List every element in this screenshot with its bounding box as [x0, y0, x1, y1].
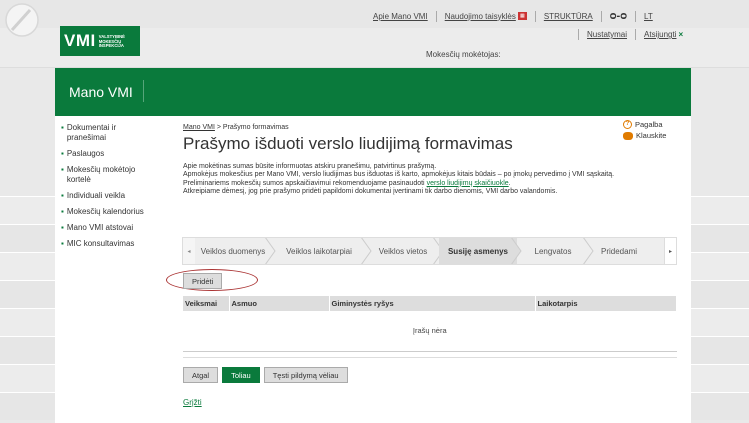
wizard-steps: ◂ Veiklos duomenys Veiklos laikotarpiai … [182, 237, 677, 265]
sidebar-item-mic[interactable]: ▪ MIC konsultavimas [61, 239, 171, 249]
rss-icon[interactable]: ▦ [517, 12, 527, 20]
step-activity-places[interactable]: Veiklos vietos [367, 238, 444, 264]
help-links: ? Pagalba Klauskite [623, 120, 666, 142]
sidebar-item-tax-calendar[interactable]: ▪ Mokesčių kalendorius [61, 207, 171, 217]
top-header: VMI VALSTYBINĖ MOKESČIŲ INSPEKCIJA Apie … [0, 0, 749, 68]
form-navigation: Atgal Toliau Tęsti pildymą vėliau [183, 367, 348, 383]
step-activity-data[interactable]: Veiklos duomenys [195, 238, 276, 264]
return-link[interactable]: Grįžti [183, 398, 202, 407]
question-icon: ? [623, 120, 632, 129]
top-links: Apie Mano VMI Naudojimo taisyklės ▦ STRU… [373, 10, 653, 22]
vmi-logo[interactable]: VMI VALSTYBINĖ MOKESČIŲ INSPEKCIJA [60, 26, 140, 56]
table-header-row: Veiksmai Asmuo Giminystės ryšys Laikotar… [183, 296, 677, 311]
breadcrumb: Mano VMI > Prašymo formavimas [183, 124, 289, 131]
terms-link[interactable]: Naudojimo taisyklės [445, 12, 516, 21]
sidebar-item-representatives[interactable]: ▪ Mano VMI atstovai [61, 223, 171, 233]
breadcrumb-root-link[interactable]: Mano VMI [183, 124, 215, 131]
logout-link[interactable]: Atsijungti [644, 30, 676, 39]
payer-label: Mokesčių mokėtojas: [426, 50, 501, 59]
glasses-icon[interactable]: ᴑ‑ᴑ [610, 10, 627, 22]
banner: Mano VMI [55, 68, 691, 116]
step-attachments[interactable]: Pridedami [589, 238, 649, 264]
ask-link[interactable]: Klauskite [623, 131, 666, 140]
add-button-highlight: Pridėti [166, 269, 258, 291]
banner-title: Mano VMI [69, 84, 133, 100]
breadcrumb-current: Prašymo formavimas [222, 124, 289, 131]
speech-bubble-icon [623, 131, 633, 140]
next-button[interactable]: Toliau [222, 367, 260, 383]
calculator-link[interactable]: verslo liudijimų skaičiuokle [427, 180, 509, 187]
step-activity-periods[interactable]: Veiklos laikotarpiai [271, 238, 372, 264]
add-button[interactable]: Pridėti [183, 273, 223, 289]
column-header: Giminystės ryšys [329, 296, 536, 311]
column-header: Asmuo [229, 296, 330, 311]
intro-text: Apie mokėtinas sumas būsite informuotas … [183, 163, 615, 195]
page-title: Prašymo išduoti verslo liudijimą formavi… [183, 134, 513, 153]
wizard-next-icon[interactable]: ▸ [664, 238, 676, 264]
account-links: Nustatymai Atsijungti × [570, 29, 683, 40]
step-related-persons[interactable]: Susiję asmenys [439, 238, 522, 264]
sidebar-item-individual-activity[interactable]: ▪ Individuali veikla [61, 191, 171, 201]
sidebar: ▪ Dokumentai ir pranešimai ▪ Paslaugos ▪ Mo… [61, 123, 171, 255]
step-benefits[interactable]: Lengvatos [517, 238, 594, 264]
help-link[interactable]: ? Pagalba [623, 120, 666, 129]
structure-link[interactable]: STRUKTŪRA [544, 12, 593, 21]
close-icon[interactable]: × [678, 30, 683, 39]
column-header: Veiksmai [183, 296, 230, 311]
language-link[interactable]: LT [644, 12, 653, 21]
related-persons-table: Veiksmai Asmuo Giminystės ryšys Laikotar… [183, 296, 677, 352]
wizard-prev-icon[interactable]: ◂ [183, 238, 195, 264]
column-header: Laikotarpis [535, 296, 677, 311]
sidebar-item-documents[interactable]: ▪ Dokumentai ir pranešimai [61, 123, 171, 143]
emblem-icon [5, 3, 39, 37]
empty-state: Įrašų nėra [183, 311, 677, 352]
sidebar-item-taxpayer-card[interactable]: ▪ Mokesčių mokėtojo kortelė [61, 165, 171, 185]
content-area: ▪ Dokumentai ir pranešimai ▪ Paslaugos ▪ Mo… [55, 116, 691, 423]
continue-later-button[interactable]: Tęsti pildymą vėliau [263, 367, 348, 383]
settings-link[interactable]: Nustatymai [587, 30, 627, 39]
back-button[interactable]: Atgal [183, 367, 219, 383]
sidebar-item-services[interactable]: ▪ Paslaugos [61, 149, 171, 159]
about-link[interactable]: Apie Mano VMI [373, 12, 428, 21]
